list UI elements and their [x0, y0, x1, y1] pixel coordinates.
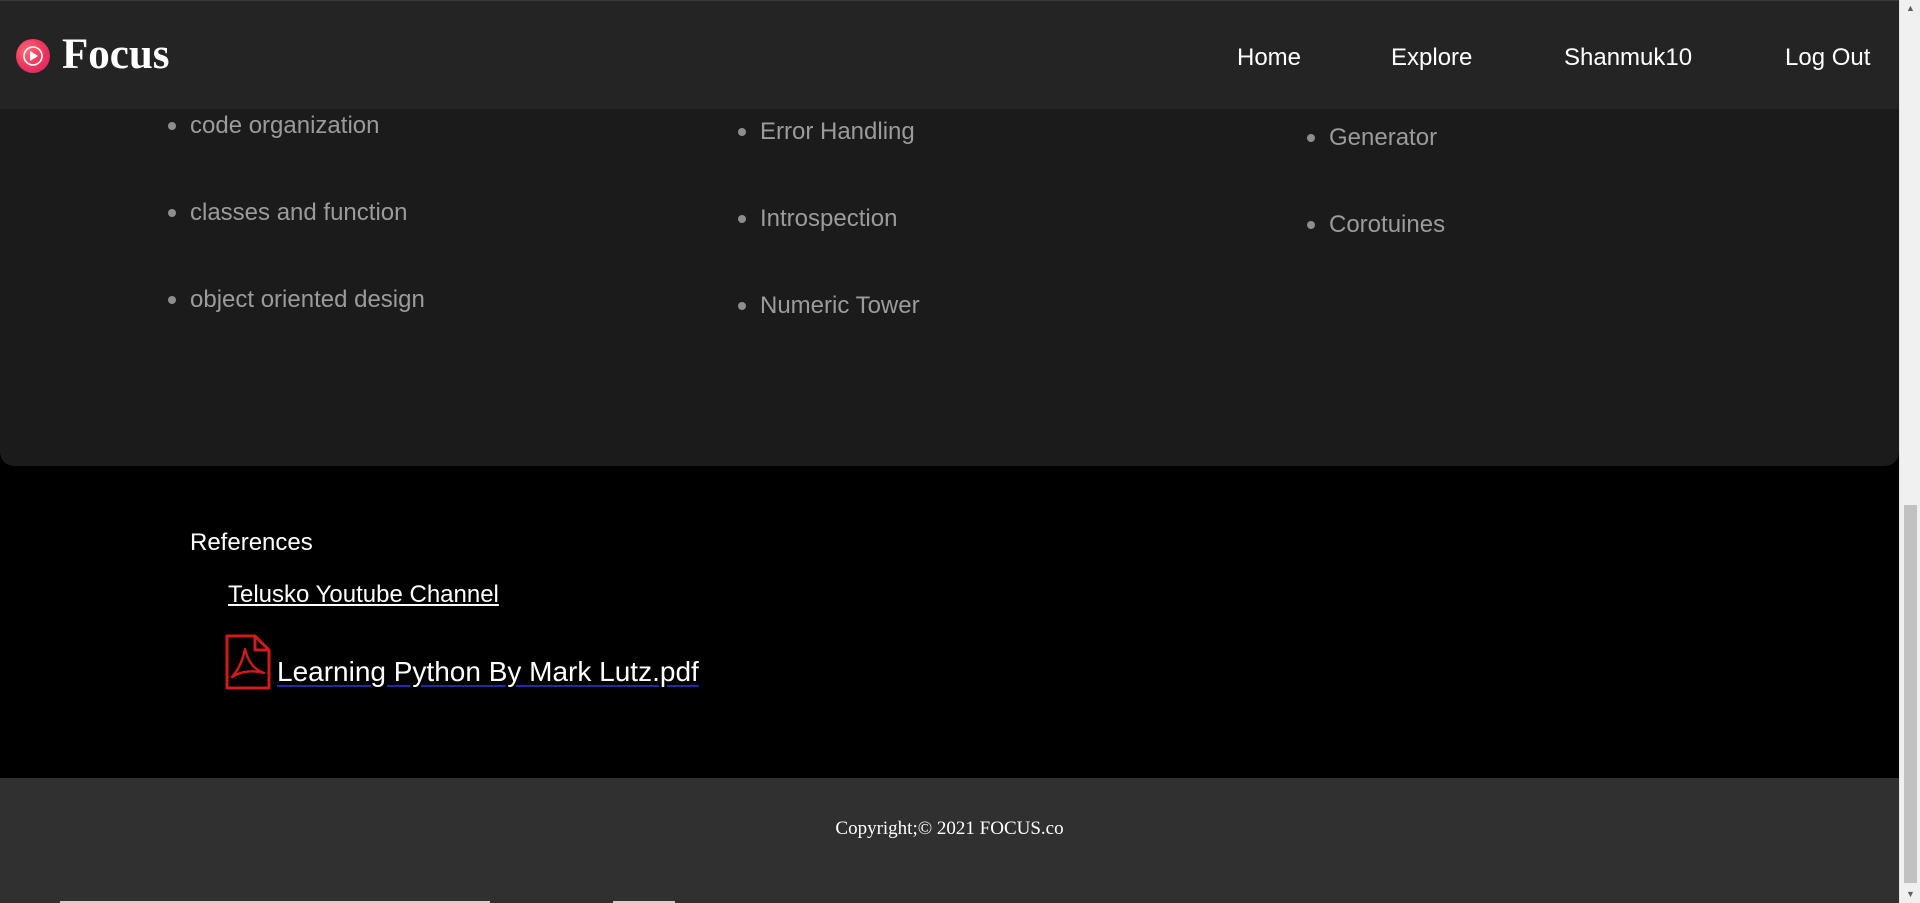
topic-item: Corotuines — [1329, 211, 1446, 238]
topic-item: Error Handling — [760, 118, 915, 145]
list-bullet — [1307, 221, 1315, 229]
list-bullet — [738, 215, 746, 223]
scroll-down-icon[interactable]: ▼ — [1900, 886, 1920, 903]
nav-user-profile[interactable]: Shanmuk10 — [1564, 46, 1692, 70]
list-bullet — [1307, 134, 1315, 142]
scrollbar-thumb[interactable] — [1904, 505, 1917, 883]
list-bullet — [738, 302, 746, 310]
pdf-file-icon[interactable] — [223, 633, 273, 691]
nav-explore[interactable]: Explore — [1391, 46, 1472, 70]
nav-home[interactable]: Home — [1237, 46, 1301, 70]
list-bullet — [168, 209, 176, 217]
vertical-scrollbar[interactable]: ▲ ▼ — [1899, 0, 1920, 903]
nav-logout[interactable]: Log Out — [1785, 46, 1870, 70]
scroll-up-icon[interactable]: ▲ — [1900, 0, 1920, 17]
topics-card: code organization classes and function o… — [0, 108, 1899, 466]
topic-item: classes and function — [190, 199, 408, 226]
brand-name[interactable]: Focus — [62, 33, 170, 76]
topic-item: Numeric Tower — [760, 292, 920, 319]
pdf-download-link[interactable]: Learning Python By Mark Lutz.pdf — [277, 658, 699, 686]
topic-item: code organization — [190, 112, 380, 139]
viewport: Focus Home Explore Shanmuk10 Log Out cod… — [0, 0, 1899, 903]
list-bullet — [738, 128, 746, 136]
copyright-text: Copyright;© 2021 FOCUS.co — [835, 818, 1064, 839]
youtube-channel-link[interactable]: Telusko Youtube Channel — [228, 583, 499, 607]
list-bullet — [168, 122, 176, 130]
topic-item: Introspection — [760, 205, 898, 232]
references-heading: References — [190, 529, 313, 556]
footer: Copyright;© 2021 FOCUS.co — [0, 778, 1899, 903]
topic-item: object oriented design — [190, 286, 425, 313]
play-circle-icon[interactable] — [16, 39, 50, 73]
page: Focus Home Explore Shanmuk10 Log Out cod… — [0, 0, 1920, 903]
topic-item: Generator — [1329, 124, 1438, 151]
list-bullet — [168, 296, 176, 304]
top-navbar: Focus Home Explore Shanmuk10 Log Out — [0, 0, 1899, 109]
